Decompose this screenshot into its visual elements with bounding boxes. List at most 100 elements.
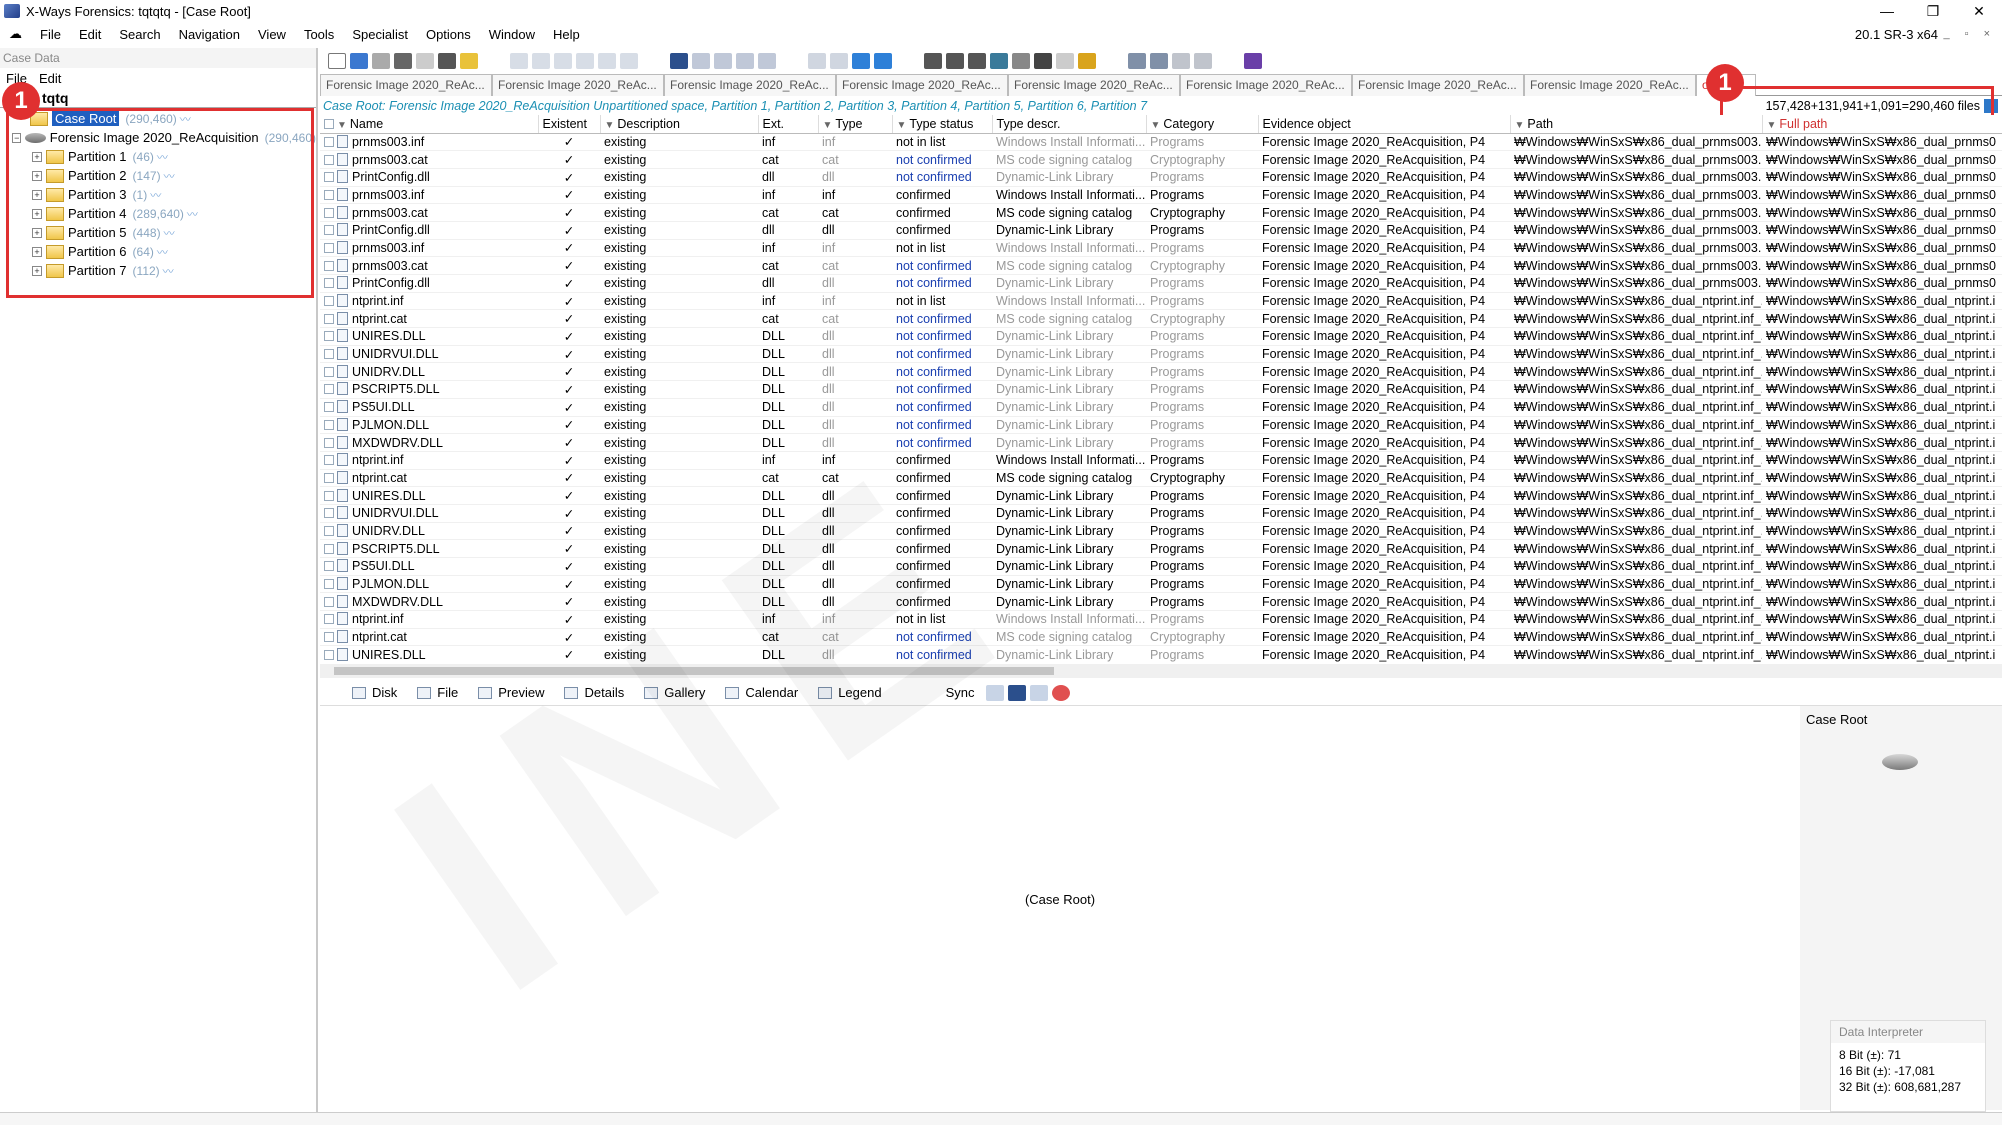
disk-button[interactable]: Disk (344, 682, 405, 704)
row-checkbox[interactable] (324, 632, 334, 643)
row-checkbox[interactable] (324, 419, 334, 430)
minimize-button[interactable]: — (1864, 0, 1910, 22)
menu-file[interactable]: File (31, 27, 70, 42)
row-checkbox[interactable] (324, 136, 334, 147)
filter-icon[interactable]: ▼ (1767, 120, 1777, 131)
row-checkbox[interactable] (324, 189, 334, 200)
case-menu-edit[interactable]: Edit (33, 71, 67, 86)
paste-icon[interactable] (554, 53, 572, 69)
col-ext[interactable]: Ext. (758, 115, 819, 134)
row-checkbox[interactable] (324, 296, 334, 307)
table-row[interactable]: ntprint.inf ✓ existing inf inf confirmed Windo… (320, 451, 2002, 470)
preview-button[interactable]: Preview (470, 682, 552, 704)
col-type[interactable]: ▼ Type (818, 115, 893, 134)
block-icon[interactable] (620, 53, 638, 69)
back-arrow-icon[interactable] (852, 53, 870, 69)
tab-evidence-1[interactable]: Forensic Image 2020_ReAc... (320, 74, 492, 96)
disk-open-icon[interactable] (394, 53, 412, 69)
tab-evidence-5[interactable]: Forensic Image 2020_ReAc... (1008, 74, 1180, 96)
ram-icon[interactable] (968, 53, 986, 69)
nav-left-icon[interactable] (1172, 53, 1190, 69)
save-icon[interactable] (372, 53, 390, 69)
search-icon[interactable] (670, 53, 688, 69)
table-row[interactable]: UNIRES.DLL ✓ existing DLL dll not confirmed Dy… (320, 327, 2002, 346)
tab-evidence-2[interactable]: Forensic Image 2020_ReAc... (492, 74, 664, 96)
table-row[interactable]: PrintConfig.dll ✓ existing dll dll confirmed D… (320, 221, 2002, 240)
search-next-icon[interactable] (736, 53, 754, 69)
table-row[interactable]: UNIDRVUI.DLL ✓ existing DLL dll confirmed Dyna… (320, 504, 2002, 523)
row-checkbox[interactable] (324, 543, 334, 554)
filter-icon[interactable]: ▼ (337, 120, 347, 131)
row-checkbox[interactable] (324, 649, 334, 660)
table-row[interactable]: PS5UI.DLL ✓ existing DLL dll confirmed Dynamic… (320, 557, 2002, 576)
menu-window[interactable]: Window (480, 27, 544, 42)
row-checkbox[interactable] (324, 508, 334, 519)
table-row[interactable]: MXDWDRV.DLL ✓ existing DLL dll confirmed Dynam… (320, 592, 2002, 612)
table-row[interactable]: UNIRES.DLL ✓ existing DLL dll not confirmed Dy… (320, 645, 2002, 663)
col-existent[interactable]: Existent (538, 115, 601, 134)
row-checkbox[interactable] (324, 366, 334, 377)
data-interpreter[interactable]: Data Interpreter 8 Bit (±): 71 16 Bit (±… (1830, 1020, 1986, 1112)
table-row[interactable]: UNIDRV.DLL ✓ existing DLL dll confirmed Dynami… (320, 522, 2002, 541)
col-description[interactable]: ▼ Description (600, 115, 759, 134)
filter-icon[interactable]: ▼ (605, 120, 615, 131)
tab-evidence-8[interactable]: Forensic Image 2020_ReAc... (1524, 74, 1696, 96)
col-name[interactable]: ▼ Name (320, 115, 539, 134)
menu-options[interactable]: Options (417, 27, 480, 42)
table-row[interactable]: UNIDRVUI.DLL ✓ existing DLL dll not confirmed… (320, 345, 2002, 364)
system-menu-icon[interactable]: ☁ (0, 26, 31, 42)
replace-icon[interactable] (714, 53, 732, 69)
row-checkbox[interactable] (324, 313, 334, 324)
tab-evidence-3[interactable]: Forensic Image 2020_ReAc... (664, 74, 836, 96)
filter-icon[interactable]: ▼ (1515, 120, 1525, 131)
grid-icon[interactable] (1128, 53, 1146, 69)
menu-tools[interactable]: Tools (295, 27, 343, 42)
row-checkbox[interactable] (324, 260, 334, 271)
tab-evidence-6[interactable]: Forensic Image 2020_ReAc... (1180, 74, 1352, 96)
row-checkbox[interactable] (324, 207, 334, 218)
gallery-button[interactable]: Gallery (636, 682, 713, 704)
forward-arrow-icon[interactable] (874, 53, 892, 69)
horizontal-scrollbar[interactable] (320, 664, 2002, 678)
search-prev-icon[interactable] (758, 53, 776, 69)
copy-icon[interactable] (532, 53, 550, 69)
clipboard-icon[interactable] (576, 53, 594, 69)
row-checkbox[interactable] (324, 525, 334, 536)
mdi-buttons[interactable]: _ ▫ × (1943, 28, 1996, 40)
sync-mode-icon[interactable] (986, 684, 1005, 701)
row-checkbox[interactable] (324, 455, 334, 466)
restore-button[interactable]: ❐ (1910, 0, 1956, 22)
search-in-preview-icon[interactable] (1008, 684, 1027, 701)
menu-navigation[interactable]: Navigation (170, 27, 249, 42)
row-checkbox[interactable] (324, 614, 334, 625)
goto-offset-icon[interactable] (808, 53, 826, 69)
table-row[interactable]: MXDWDRV.DLL ✓ existing DLL dll not confirmed D… (320, 433, 2002, 452)
row-checkbox[interactable] (324, 242, 334, 253)
table-row[interactable]: ntprint.cat ✓ existing cat cat not confirmed M… (320, 309, 2002, 329)
table-row[interactable]: prnms003.cat ✓ existing cat cat confirmed MS c… (320, 203, 2002, 222)
table-row[interactable]: PJLMON.DLL ✓ existing DLL dll not confirmed Dy… (320, 416, 2002, 435)
magnifier-icon[interactable] (1012, 53, 1030, 69)
table-row[interactable]: ntprint.cat ✓ existing cat cat not confirmed M… (320, 628, 2002, 647)
tab-evidence-7[interactable]: Forensic Image 2020_ReAc... (1352, 74, 1524, 96)
filter-icon[interactable]: ▼ (1151, 120, 1161, 131)
chart-icon[interactable] (1056, 53, 1074, 69)
row-checkbox[interactable] (324, 437, 334, 448)
row-checkbox[interactable] (324, 384, 334, 395)
close-button[interactable]: ✕ (1956, 0, 2002, 22)
table-row[interactable]: PJLMON.DLL ✓ existing DLL dll confirmed Dynami… (320, 575, 2002, 594)
row-checkbox[interactable] (324, 579, 334, 590)
properties-icon[interactable] (438, 53, 456, 69)
col-type-status[interactable]: ▼ Type status (892, 115, 993, 134)
chat-icon[interactable] (1034, 53, 1052, 69)
sync-button[interactable]: Sync (938, 682, 983, 704)
table-row[interactable]: prnms003.inf ✓ existing inf inf not in list Wi… (320, 239, 2002, 258)
target-icon[interactable] (1052, 684, 1071, 701)
table-row[interactable]: prnms003.inf ✓ existing inf inf not in list Wi… (320, 133, 2002, 152)
col-category[interactable]: ▼ Category (1146, 115, 1259, 134)
row-checkbox[interactable] (324, 349, 334, 360)
row-checkbox[interactable] (324, 172, 334, 183)
col-type-descr[interactable]: Type descr. (992, 115, 1147, 134)
col-path[interactable]: ▼ Path (1510, 115, 1763, 134)
table-row[interactable]: PS5UI.DLL ✓ existing DLL dll not confirmed Dyn… (320, 398, 2002, 417)
